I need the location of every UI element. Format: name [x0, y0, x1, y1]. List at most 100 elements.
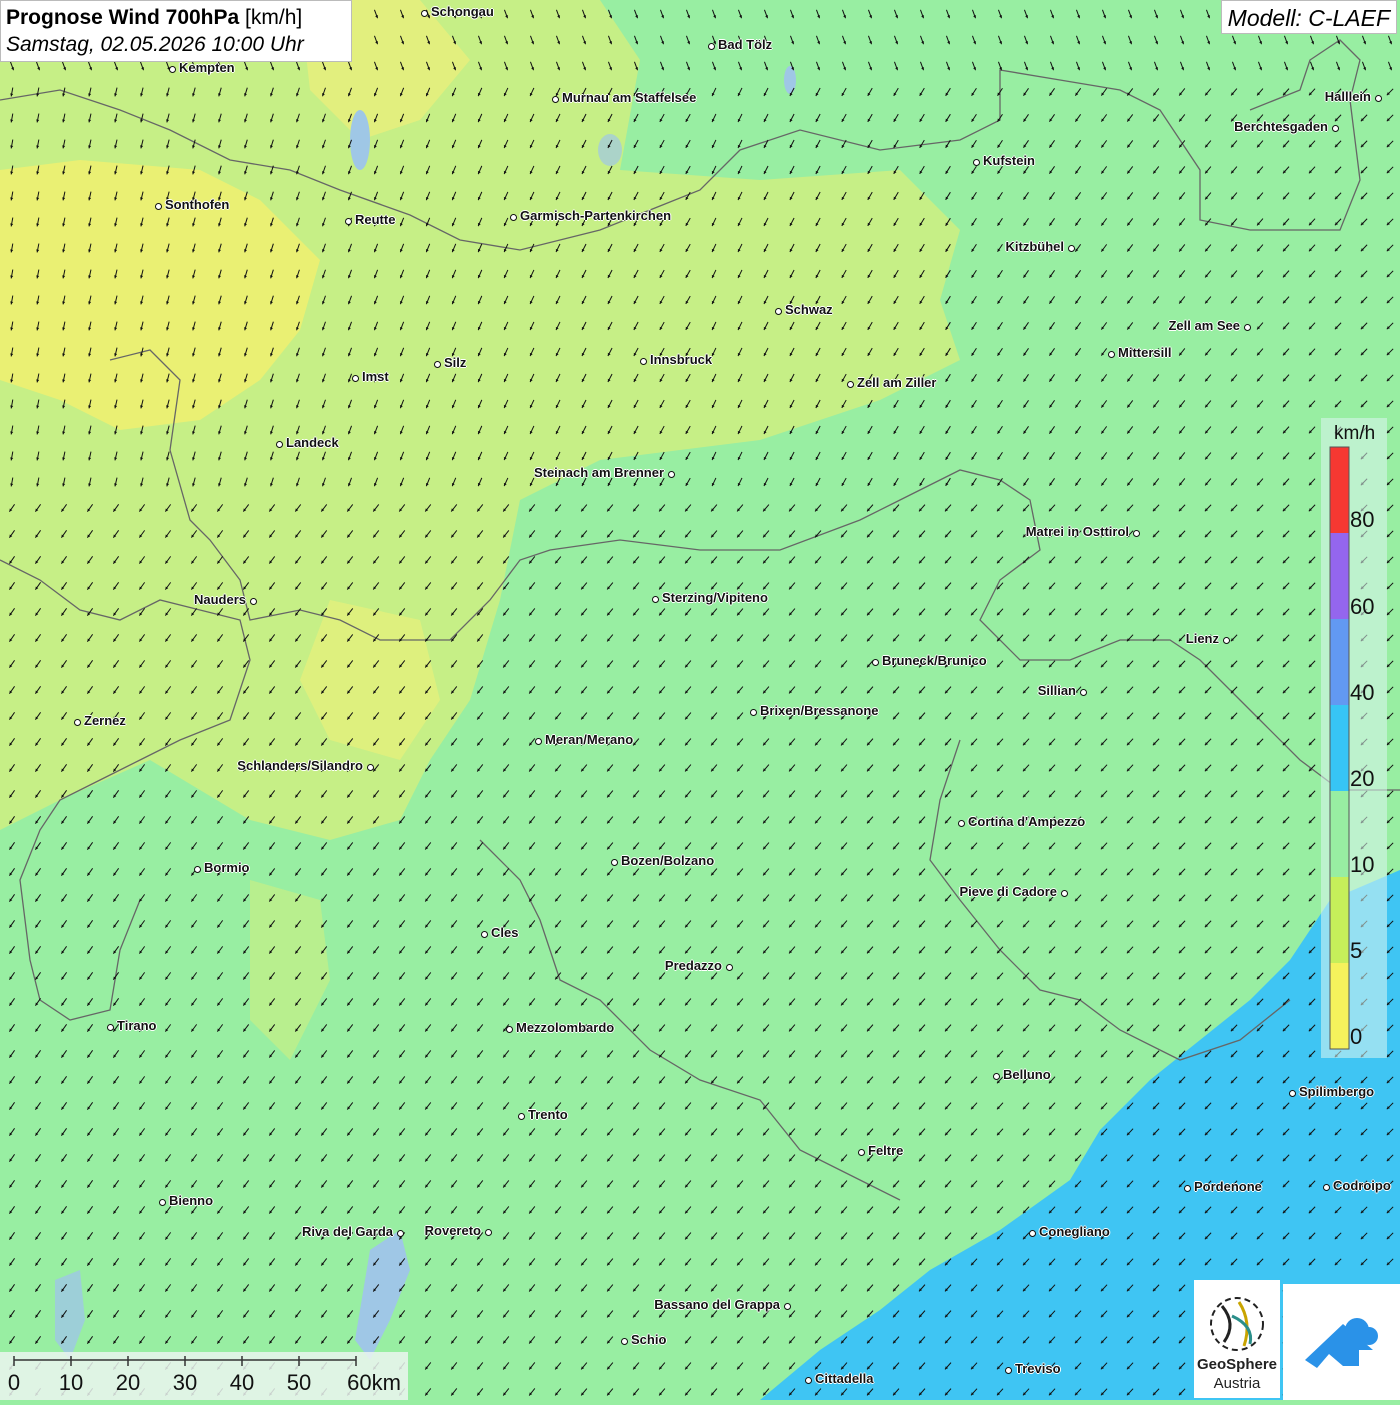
wind-arrow [504, 114, 508, 122]
wind-arrow [764, 322, 768, 330]
wind-arrow [1257, 843, 1263, 849]
wind-arrow [140, 452, 143, 461]
wind-arrow [1128, 10, 1132, 18]
wind-arrow [426, 62, 430, 70]
wind-arrow [347, 1180, 352, 1187]
wind-arrow [295, 868, 300, 875]
wind-arrow [244, 478, 247, 487]
wind-arrow [243, 530, 248, 537]
wind-arrow [62, 62, 66, 70]
wind-arrow [971, 1077, 977, 1084]
city-marker-icon [708, 43, 715, 50]
wind-arrow [998, 244, 1003, 251]
wind-arrow [295, 1024, 300, 1031]
wind-arrow [113, 530, 118, 537]
wind-arrow [737, 1077, 743, 1084]
wind-arrow [529, 712, 535, 719]
wind-arrow [321, 868, 326, 875]
wind-arrow [139, 556, 144, 563]
wind-arrow [607, 765, 613, 772]
wind-arrow [1257, 531, 1263, 537]
wind-arrow [919, 1207, 925, 1214]
wind-arrow [971, 531, 977, 538]
wind-arrow [582, 374, 586, 382]
wind-arrow [113, 868, 118, 875]
wind-arrow [87, 790, 92, 797]
wind-arrow [764, 400, 768, 408]
wind-arrow [477, 946, 483, 953]
wind-arrow [322, 374, 325, 382]
wind-arrow [114, 296, 117, 305]
wind-arrow [1231, 1233, 1237, 1239]
wind-arrow [503, 1284, 509, 1291]
geosphere-logo[interactable]: GeoSphere Austria [1194, 1280, 1280, 1398]
wind-arrow [1231, 687, 1237, 693]
wind-arrow [711, 531, 717, 538]
wind-arrow [1049, 452, 1054, 459]
wind-arrow [581, 1389, 587, 1396]
wind-arrow [842, 296, 846, 304]
wind-arrow [659, 843, 665, 850]
wind-arrow [945, 1077, 951, 1084]
wind-arrow [477, 1076, 483, 1083]
wind-arrow [945, 1389, 951, 1396]
wind-arrow [477, 894, 483, 901]
wind-arrow [997, 999, 1003, 1006]
wind-arrow [140, 88, 143, 97]
wind-arrow [1387, 297, 1393, 303]
wind-arrow [893, 635, 899, 642]
wind-arrow [893, 1207, 899, 1214]
wind-arrow [659, 1077, 665, 1084]
wind-arrow [972, 140, 977, 148]
wind-arrow [451, 712, 457, 719]
wind-arrow [374, 192, 378, 200]
wind-arrow [945, 1051, 951, 1058]
wind-arrow [998, 374, 1003, 381]
wind-arrow [139, 1336, 144, 1343]
wind-arrow [1101, 843, 1107, 850]
wind-arrow [296, 426, 299, 435]
legend-tick-20: 20 [1350, 766, 1374, 792]
wind-arrow [555, 1389, 561, 1396]
wind-arrow [1075, 713, 1081, 720]
wind-arrow [685, 791, 691, 798]
wind-arrow [867, 1389, 873, 1396]
wind-arrow [972, 322, 977, 330]
wind-arrow [972, 62, 976, 70]
wind-arrow [1257, 1077, 1263, 1083]
wind-arrow [582, 426, 586, 434]
wind-arrow [711, 1207, 717, 1214]
wind-arrow [659, 1259, 665, 1266]
wind-arrow [556, 270, 560, 278]
wind-arrow [815, 635, 821, 642]
wind-arrow [920, 218, 925, 226]
wind-arrow [971, 1389, 977, 1396]
wind-arrow [738, 10, 742, 18]
city-label: Landeck [286, 435, 339, 450]
city-marker-icon [421, 10, 428, 17]
wind-arrow [165, 712, 170, 719]
wind-arrow [1179, 817, 1185, 824]
wind-arrow [945, 765, 951, 772]
wind-arrow [347, 1206, 352, 1213]
wind-arrow [1231, 1025, 1237, 1031]
wind-arrow [1076, 10, 1080, 18]
legend-tick-60: 60 [1350, 594, 1374, 620]
wind-arrow [35, 686, 40, 693]
wind-arrow [737, 1337, 743, 1344]
wind-arrow [998, 62, 1002, 70]
wind-arrow [477, 556, 483, 563]
app-logo[interactable] [1283, 1284, 1400, 1400]
wind-arrow [581, 1233, 587, 1240]
wind-arrow [997, 713, 1003, 720]
wind-arrow [139, 738, 144, 745]
wind-arrow [893, 505, 899, 512]
wind-arrow [608, 400, 612, 408]
wind-arrow [269, 1154, 274, 1161]
wind-arrow [504, 218, 508, 226]
wind-arrow [556, 244, 560, 252]
wind-arrow [1127, 843, 1133, 850]
wind-arrow [1101, 478, 1106, 485]
wind-arrow [1205, 843, 1211, 850]
city-label: Spilimbergo [1299, 1084, 1374, 1099]
